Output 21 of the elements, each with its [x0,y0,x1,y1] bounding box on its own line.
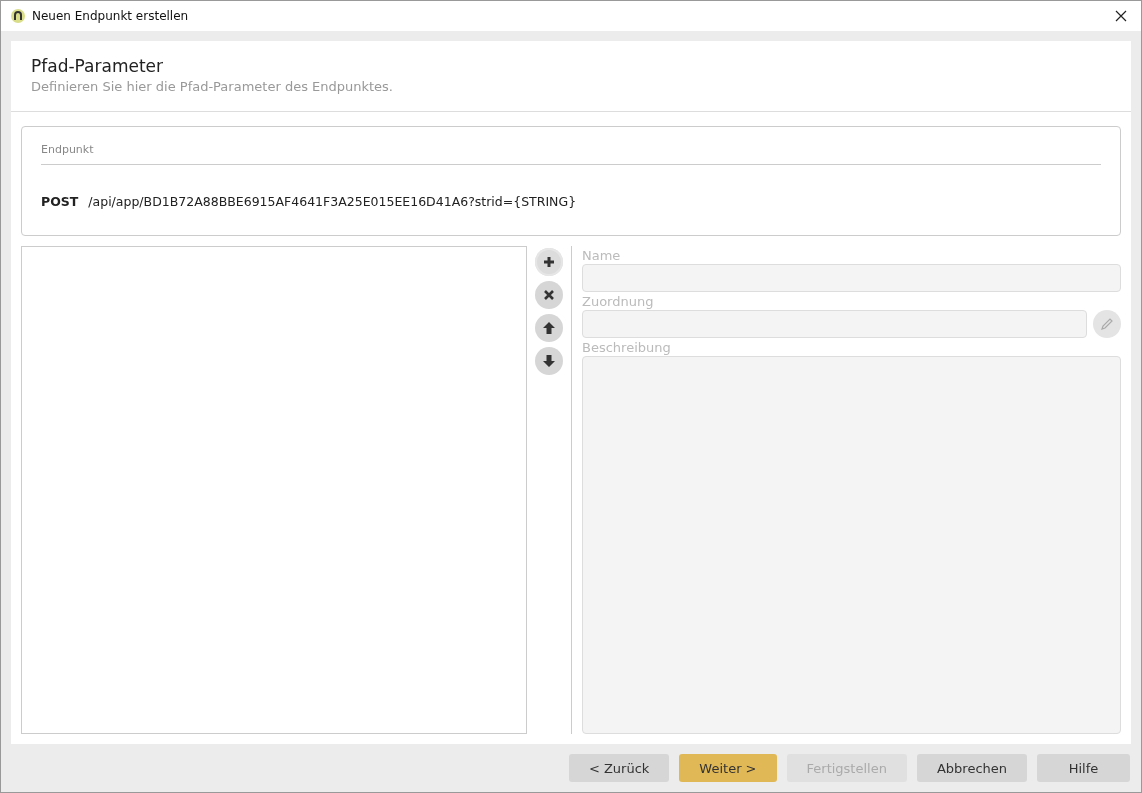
wizard-button[interactable]: Hilfe [1037,754,1130,782]
field-label: Zuordnung [582,294,655,309]
field-label: Name [582,248,622,263]
arrow-down-icon [543,355,555,367]
http-method: POST [41,194,79,209]
close-icon [1115,10,1127,22]
endpoint-path: /api/app/BD1B72A88BBE6915AF4641F3A25E015EE16D41A6?strid={STRING} [88,194,577,209]
page-title: Pfad-Parameter [31,56,165,76]
app-logo-icon [11,9,25,23]
window-title: Neuen Endpunkt erstellen [32,9,189,23]
add-button[interactable] [535,248,563,276]
arrow-up-icon [543,322,555,334]
endpoint-label: Endpunkt [41,143,1101,165]
wizard-button[interactable]: Abbrechen [916,754,1027,782]
x-icon [544,290,554,300]
wizard-button[interactable]: Weiter > [679,754,777,782]
page-subtitle: Definieren Sie hier die Pfad-Parameter des Endpunktes. [31,79,394,94]
wizard-button[interactable]: < Zurück [568,754,670,782]
field-label: Beschreibung [582,340,672,355]
pencil-icon [1100,317,1114,331]
plus-icon [543,256,555,268]
